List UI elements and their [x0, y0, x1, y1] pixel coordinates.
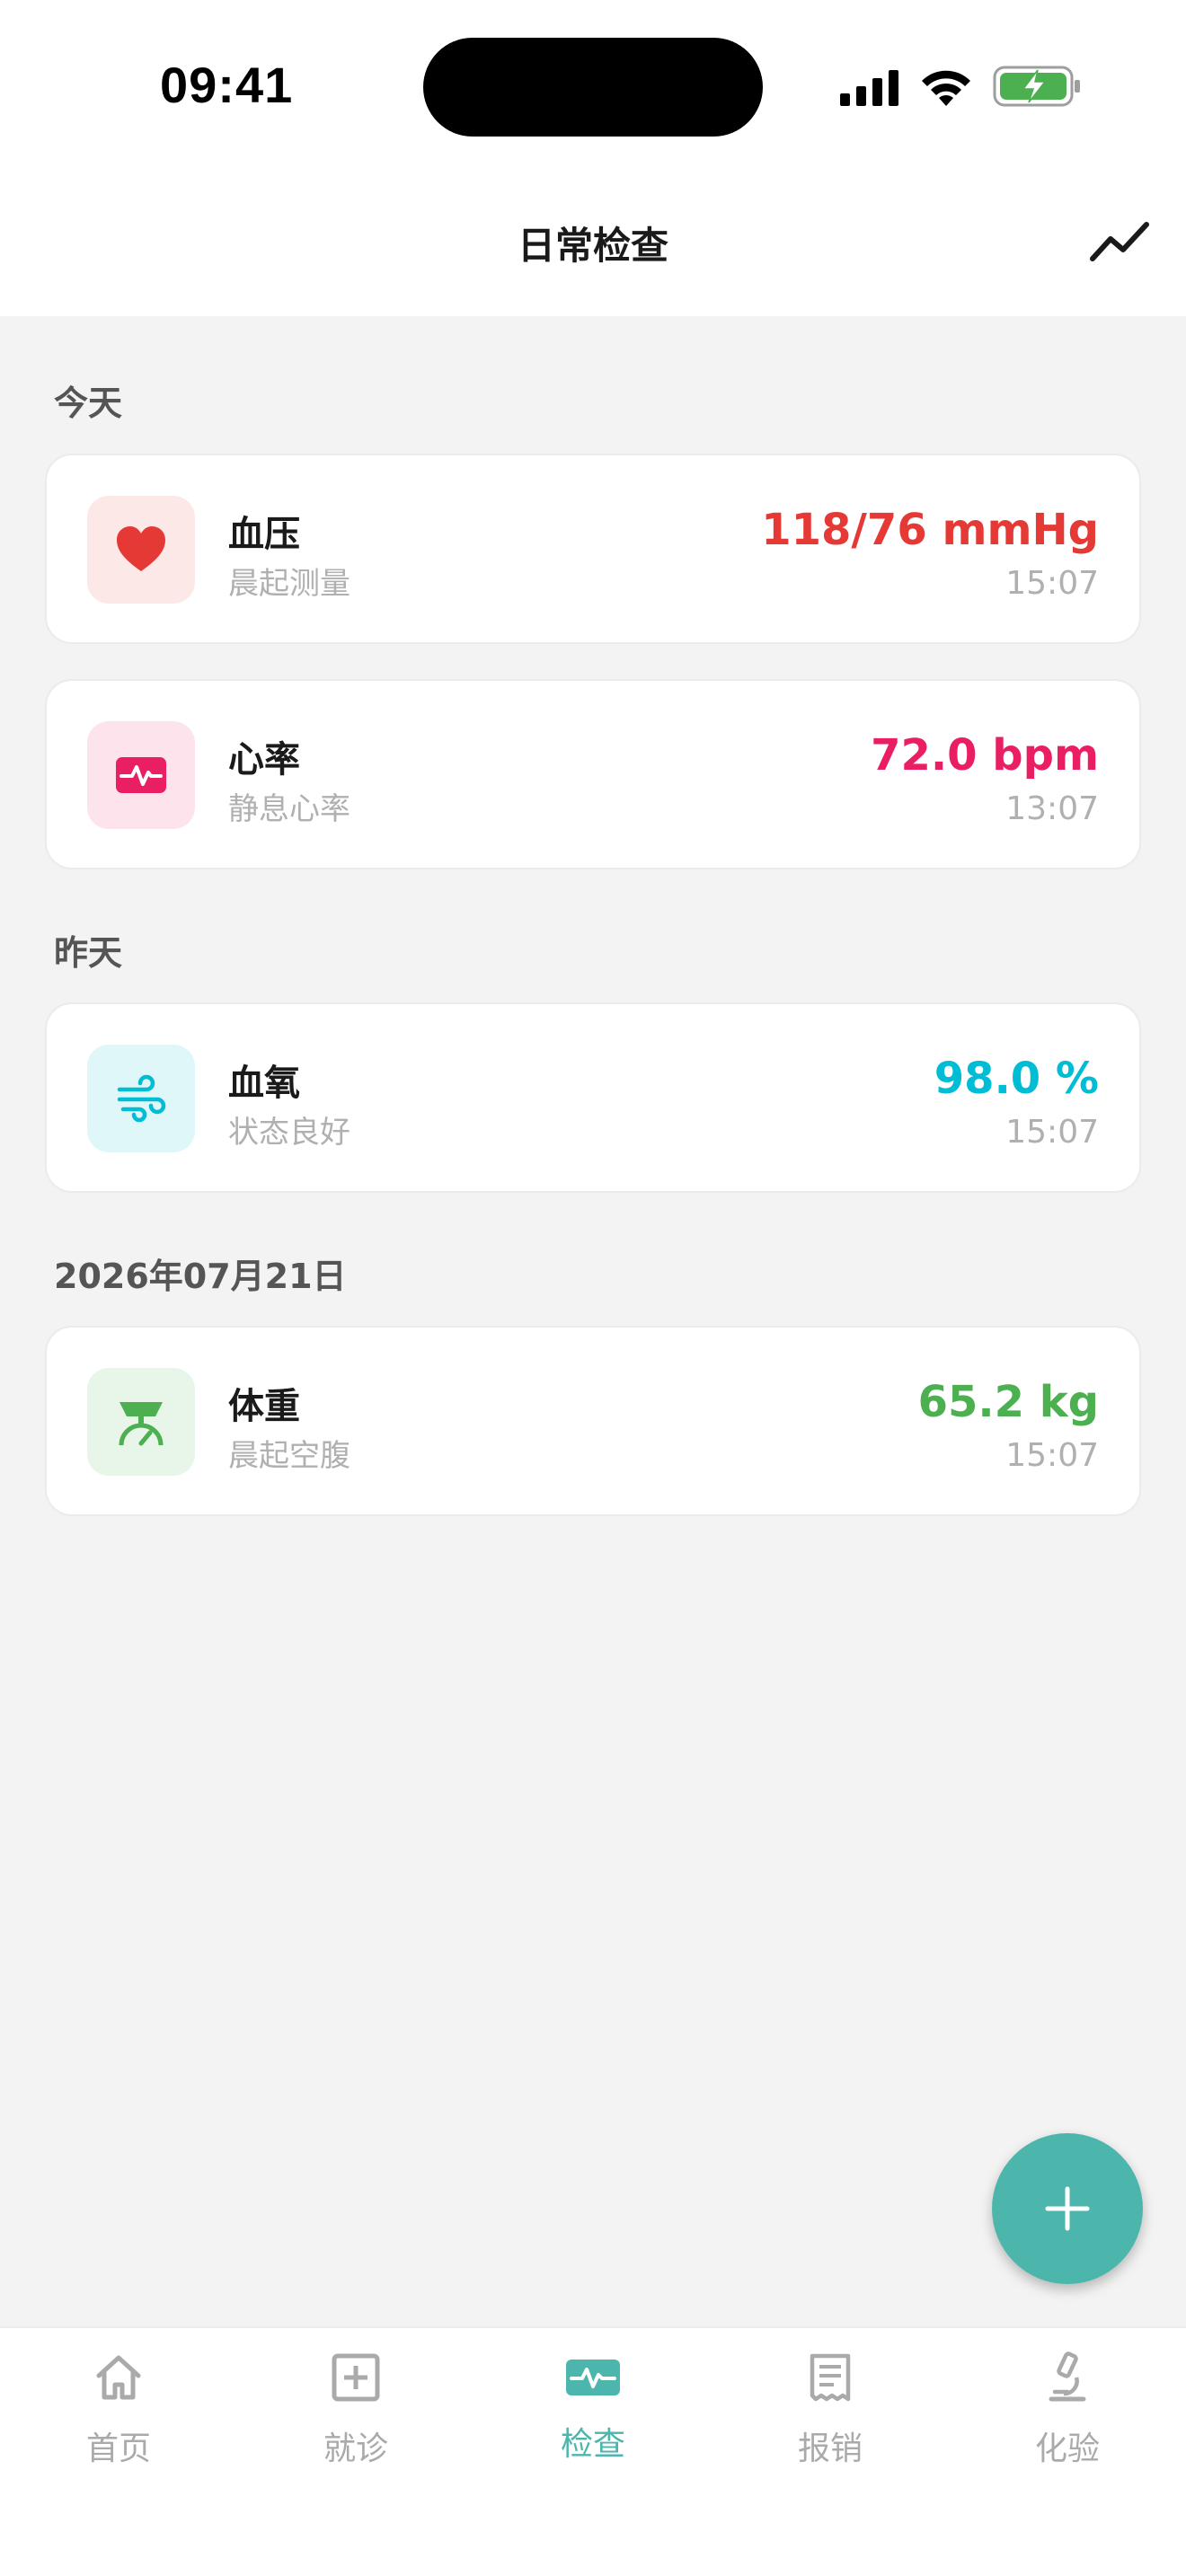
section-label-today: 今天 [54, 384, 123, 423]
wifi-icon [922, 70, 970, 106]
record-name: 体重 [228, 1386, 300, 1427]
record-note: 静息心率 [228, 791, 350, 827]
status-time: 09:41 [160, 57, 294, 113]
record-name: 血压 [228, 514, 300, 555]
tab-reimbursement[interactable]: 报销 [712, 2328, 949, 2508]
record-note: 状态良好 [228, 1115, 350, 1151]
dynamic-island [423, 38, 763, 137]
section-label-date: 2026年07月21日 [54, 1257, 347, 1296]
record-value: 98.0 % [934, 1054, 1099, 1104]
record-card-weight[interactable]: 体重 晨起空腹 65.2 kg 15:07 [45, 1326, 1141, 1516]
record-icon-box [87, 496, 195, 604]
record-value: 72.0 bpm [871, 730, 1099, 781]
tab-lab-test[interactable]: 化验 [949, 2328, 1186, 2508]
tab-visit[interactable]: 就诊 [237, 2328, 474, 2508]
plus-icon [1045, 2186, 1090, 2231]
microscope-icon [1049, 2351, 1086, 2402]
record-icon-box [87, 721, 195, 829]
record-name: 心率 [228, 739, 300, 781]
record-value: 118/76 mmHg [761, 505, 1099, 555]
page-title: 日常检查 [517, 224, 668, 268]
tab-label: 首页 [85, 2430, 151, 2467]
medical-plus-icon [332, 2353, 380, 2402]
tab-label: 报销 [797, 2430, 863, 2467]
section-label-yesterday: 昨天 [54, 933, 123, 973]
record-card-blood-pressure[interactable]: 血压 晨起测量 118/76 mmHg 15:07 [45, 454, 1141, 644]
heart-icon [117, 526, 165, 571]
tab-home[interactable]: 首页 [0, 2328, 237, 2508]
record-icon-box [87, 1368, 195, 1476]
record-icon-box [87, 1045, 195, 1152]
record-time: 15:07 [1005, 565, 1099, 602]
battery-charging-icon [993, 66, 1080, 107]
scale-icon [119, 1402, 164, 1446]
record-value: 65.2 kg [917, 1377, 1099, 1427]
record-card-heart-rate[interactable]: 心率 静息心率 72.0 bpm 13:07 [45, 679, 1141, 869]
tab-label: 检查 [560, 2426, 625, 2463]
status-bar: 09:41 [0, 0, 1186, 171]
record-note: 晨起测量 [228, 566, 350, 602]
trend-chart-button[interactable] [1089, 216, 1152, 269]
tab-label: 就诊 [323, 2430, 388, 2467]
record-time: 15:07 [1005, 1437, 1099, 1474]
trend-icon [1090, 222, 1149, 261]
tab-label: 化验 [1034, 2430, 1100, 2467]
receipt-icon [810, 2353, 851, 2402]
home-icon [96, 2355, 141, 2400]
tab-checkup[interactable]: 检查 [474, 2328, 712, 2508]
record-time: 13:07 [1005, 790, 1099, 827]
record-time: 15:07 [1005, 1114, 1099, 1151]
cellular-signal-icon [840, 70, 898, 106]
wind-icon [117, 1074, 166, 1123]
pulse-icon [566, 2360, 620, 2395]
record-card-blood-oxygen[interactable]: 血氧 状态良好 98.0 % 15:07 [45, 1002, 1141, 1193]
bottom-tab-bar: 首页 就诊 检查 报销 化验 [0, 2326, 1186, 2576]
record-note: 晨起空腹 [228, 1438, 350, 1474]
add-record-button[interactable] [992, 2133, 1143, 2284]
heartbeat-icon [116, 757, 166, 793]
record-name: 血氧 [228, 1063, 300, 1104]
app-header: 日常检查 [0, 171, 1186, 316]
